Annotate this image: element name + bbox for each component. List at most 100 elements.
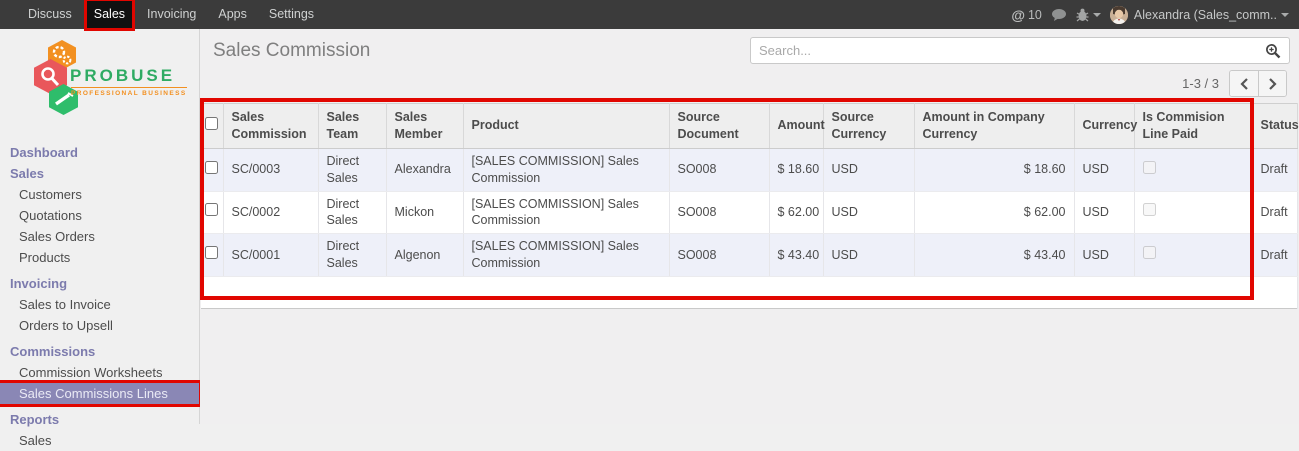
cell-source-currency: USD — [823, 148, 914, 191]
logo-subtitle: PROFESSIONAL BUSINESS — [71, 87, 187, 97]
is-paid-checkbox — [1143, 203, 1156, 216]
cell-sales-team: Direct Sales — [318, 234, 386, 277]
pager-previous-button[interactable] — [1230, 71, 1258, 96]
cell-amount: $ 18.60 — [769, 148, 823, 191]
bug-icon — [1076, 8, 1089, 22]
sidebar-item-sales-orders[interactable]: Sales Orders — [0, 226, 199, 247]
cell-sales-team: Direct Sales — [318, 191, 386, 234]
select-all-checkbox[interactable] — [205, 117, 218, 130]
top-navbar: Discuss Sales Invoicing Apps Settings @ … — [0, 0, 1299, 29]
cell-amount: $ 43.40 — [769, 234, 823, 277]
nav-item-apps[interactable]: Apps — [210, 0, 255, 29]
main-menu: Discuss Sales Invoicing Apps Settings — [0, 0, 325, 29]
col-amount-company-currency[interactable]: Amount in Company Currency — [914, 104, 1074, 149]
debug-menu[interactable] — [1076, 8, 1101, 22]
row-select-checkbox[interactable] — [205, 161, 218, 174]
cell-amount-company: $ 43.40 — [914, 234, 1074, 277]
row-select-checkbox[interactable] — [205, 246, 218, 259]
cell-status: Draft — [1252, 234, 1297, 277]
sidebar-item-orders-to-upsell[interactable]: Orders to Upsell — [0, 315, 199, 336]
sidebar-section-sales: Sales — [0, 163, 199, 184]
col-sales-commission[interactable]: Sales Commission — [223, 104, 318, 149]
cell-sales-member: Mickon — [386, 191, 463, 234]
cell-sales-commission: SC/0002 — [223, 191, 318, 234]
cell-source-currency: USD — [823, 191, 914, 234]
pager-range: 1-3 / 3 — [1182, 76, 1219, 91]
chat-bubble-icon[interactable] — [1051, 8, 1067, 22]
page-title: Sales Commission — [213, 40, 370, 62]
col-is-paid[interactable]: Is Commision Line Paid — [1134, 104, 1252, 149]
cell-sales-member: Algenon — [386, 234, 463, 277]
pager-next-button[interactable] — [1258, 71, 1286, 96]
cell-product: [SALES COMMISSION] Sales Commission — [463, 191, 669, 234]
sidebar-nav: Dashboard Sales Customers Quotations Sal… — [0, 142, 199, 451]
caret-down-icon — [1093, 13, 1101, 17]
col-sales-team[interactable]: Sales Team — [318, 104, 386, 149]
main-content: Sales Commission 1-3 / 3 — [200, 29, 1299, 424]
col-status[interactable]: Status — [1252, 104, 1297, 149]
sidebar-item-reports-sales[interactable]: Sales — [0, 430, 199, 451]
col-sales-member[interactable]: Sales Member — [386, 104, 463, 149]
sidebar-item-quotations[interactable]: Quotations — [0, 205, 199, 226]
nav-item-invoicing[interactable]: Invoicing — [139, 0, 204, 29]
cell-currency: USD — [1074, 191, 1134, 234]
search-icon[interactable] — [1257, 43, 1289, 59]
cell-sales-commission: SC/0001 — [223, 234, 318, 277]
is-paid-checkbox — [1143, 161, 1156, 174]
company-logo: PROBUSE PROFESSIONAL BUSINESS — [0, 40, 199, 124]
cell-product: [SALES COMMISSION] Sales Commission — [463, 148, 669, 191]
chevron-left-icon — [1240, 78, 1249, 90]
cell-source-document: SO008 — [669, 148, 769, 191]
col-currency[interactable]: Currency — [1074, 104, 1134, 149]
commission-lines-table: Sales Commission Sales Team Sales Member… — [201, 103, 1298, 309]
mentions-counter[interactable]: @ 10 — [1011, 7, 1042, 23]
logo-title: PROBUSE — [70, 66, 175, 86]
table-header-row: Sales Commission Sales Team Sales Member… — [201, 104, 1297, 149]
sidebar-section-commissions: Commissions — [0, 341, 199, 362]
cell-amount: $ 62.00 — [769, 191, 823, 234]
nav-item-sales[interactable]: Sales — [86, 0, 133, 29]
search-input[interactable] — [751, 38, 1257, 63]
is-paid-checkbox — [1143, 246, 1156, 259]
cell-source-document: SO008 — [669, 234, 769, 277]
sidebar: PROBUSE PROFESSIONAL BUSINESS Dashboard … — [0, 29, 200, 424]
table-row[interactable]: SC/0001 Direct Sales Algenon [SALES COMM… — [201, 234, 1297, 277]
col-source-document[interactable]: Source Document — [669, 104, 769, 149]
search-box — [750, 37, 1290, 64]
sidebar-item-customers[interactable]: Customers — [0, 184, 199, 205]
cell-source-currency: USD — [823, 234, 914, 277]
sidebar-item-commission-worksheets[interactable]: Commission Worksheets — [0, 362, 199, 383]
cell-sales-commission: SC/0003 — [223, 148, 318, 191]
cell-currency: USD — [1074, 234, 1134, 277]
cell-currency: USD — [1074, 148, 1134, 191]
row-select-checkbox[interactable] — [205, 203, 218, 216]
sidebar-item-sales-to-invoice[interactable]: Sales to Invoice — [0, 294, 199, 315]
sidebar-item-products[interactable]: Products — [0, 247, 199, 268]
cell-sales-team: Direct Sales — [318, 148, 386, 191]
nav-item-discuss[interactable]: Discuss — [20, 0, 80, 29]
avatar — [1110, 6, 1128, 24]
col-product[interactable]: Product — [463, 104, 669, 149]
systray: @ 10 — [1002, 0, 1299, 29]
col-source-currency[interactable]: Source Currency — [823, 104, 914, 149]
table-filler-row — [201, 277, 1297, 309]
sidebar-section-invoicing: Invoicing — [0, 273, 199, 294]
table-row[interactable]: SC/0002 Direct Sales Mickon [SALES COMMI… — [201, 191, 1297, 234]
cell-amount-company: $ 62.00 — [914, 191, 1074, 234]
cell-sales-member: Alexandra — [386, 148, 463, 191]
pager: 1-3 / 3 — [1182, 70, 1287, 97]
nav-item-settings[interactable]: Settings — [261, 0, 322, 29]
chevron-right-icon — [1268, 78, 1277, 90]
sidebar-section-reports: Reports — [0, 409, 199, 430]
table-row[interactable]: SC/0003 Direct Sales Alexandra [SALES CO… — [201, 148, 1297, 191]
mention-count: 10 — [1028, 8, 1042, 22]
cell-product: [SALES COMMISSION] Sales Commission — [463, 234, 669, 277]
cell-source-document: SO008 — [669, 191, 769, 234]
cell-status: Draft — [1252, 148, 1297, 191]
caret-down-icon — [1281, 13, 1289, 17]
col-amount[interactable]: Amount — [769, 104, 823, 149]
sidebar-section-dashboard: Dashboard — [0, 142, 199, 163]
user-menu[interactable]: Alexandra (Sales_comm.. — [1110, 6, 1289, 24]
cell-status: Draft — [1252, 191, 1297, 234]
sidebar-item-sales-commissions-lines[interactable]: Sales Commissions Lines — [0, 383, 199, 404]
